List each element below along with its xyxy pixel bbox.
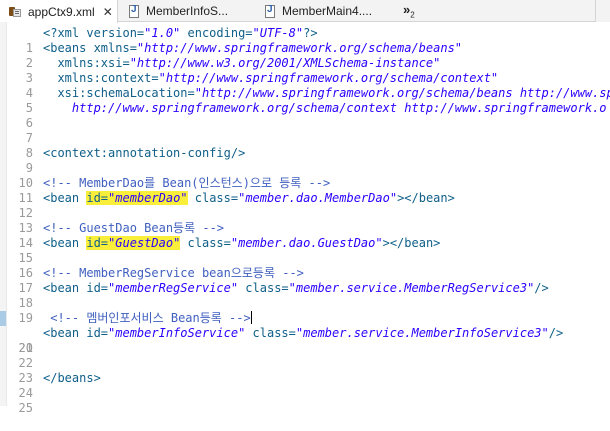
line-code: <beans xmlns="http://www.springframework… [43,41,463,55]
code-line: 13 [0,206,610,235]
code-line: 15 <bean id="GuestDao" class="member.dao… [0,236,610,265]
code-line: 9 <context:annotation-config/> [0,146,610,175]
line-code: <context:annotation-config/> [43,146,246,160]
line-code: http://www.springframework.org/schema/co… [43,101,607,115]
xml-file-icon [8,6,22,18]
code-line: 1 <?xml version="1.0" encoding="UTF-8"?> [0,26,610,55]
line-code: <!-- MemberDao를 Bean(인스턴스)으로 등록 --> [43,176,331,190]
code-line: 18 <bean id="memberRegService" class="me… [0,281,610,310]
code-line: 7 [0,116,610,145]
line-code: <bean id="memberInfoService" class="memb… [43,326,564,340]
code-line: 25 [0,386,610,415]
code-editor[interactable]: 1 <?xml version="1.0" encoding="UTF-8"?>… [0,22,610,415]
line-code: <!-- GuestDao Bean등록 --> [43,221,225,235]
code-line: 4 xmlns:context="http://www.springframew… [0,71,610,100]
code-line: 5 xsi:schemaLocation="http://www.springf… [0,86,610,115]
line-number: 25 [18,401,33,415]
code-line-current: 20 <!-- 멤버인포서비스 Bean등록 --> [0,311,610,355]
tab-bar-edge [595,0,610,22]
line-code: xmlns:context="http://www.springframewor… [43,71,499,85]
tab-label: appCtx9.xml [28,4,95,19]
code-line: 8 [0,131,610,160]
code-line: 10 [0,161,610,190]
tab-membermain4[interactable]: J MemberMain4.... [264,0,392,22]
code-line: 2 <beans xmlns="http://www.springframewo… [0,41,610,70]
line-code: <bean id="GuestDao" class="member.dao.Gu… [43,236,441,250]
code-line: 22 [0,341,610,370]
line-code: <bean id="memberDao" class="member.dao.M… [43,191,455,205]
java-file-icon: J [264,4,276,18]
line-code: <?xml version="1.0" encoding="UTF-8"?> [43,26,318,40]
tab-appctx9-xml[interactable]: appCtx9.xml ✕ [0,0,118,23]
code-line: 14 <!-- GuestDao Bean등록 --> [0,221,610,250]
current-line-marker [0,311,6,326]
tab-overflow-button[interactable]: »2 [403,2,415,20]
code-line: 21 <bean id="memberInfoService" class="m… [0,326,610,355]
code-line: 23 [0,356,610,385]
code-line: 16 [0,251,610,280]
tab-label: MemberInfoS... [146,4,229,18]
line-code: <!-- 멤버인포서비스 Bean등록 --> [43,311,252,325]
code-line: 6 http://www.springframework.org/schema/… [0,101,610,130]
line-code: xsi:schemaLocation="http://www.springfra… [43,86,610,100]
line-code: xmlns:xsi="http://www.w3.org/2001/XMLSch… [43,56,441,70]
text-caret [250,311,252,324]
code-line: 24 </beans> [0,371,610,400]
java-file-icon: J [128,4,140,18]
tab-label: MemberMain4.... [282,4,373,18]
code-line: 19 [0,296,610,325]
close-tab-icon[interactable]: ✕ [103,5,113,19]
code-line: 3 xmlns:xsi="http://www.w3.org/2001/XMLS… [0,56,610,85]
code-line: 17 <!-- MemberRegService bean으로등록 --> [0,266,610,295]
line-code: <bean id="memberRegService" class="membe… [43,281,549,295]
line-code: </beans> [43,371,101,385]
code-line: 11 <!-- MemberDao를 Bean(인스턴스)으로 등록 --> [0,176,610,205]
code-line: 12 <bean id="memberDao" class="member.da… [0,191,610,220]
tab-memberinfos[interactable]: J MemberInfoS... [128,0,248,22]
line-code: <!-- MemberRegService bean으로등록 --> [43,266,304,280]
editor-tab-bar: appCtx9.xml ✕ J MemberInfoS... J MemberM… [0,0,610,23]
overflow-count: 2 [410,10,415,20]
